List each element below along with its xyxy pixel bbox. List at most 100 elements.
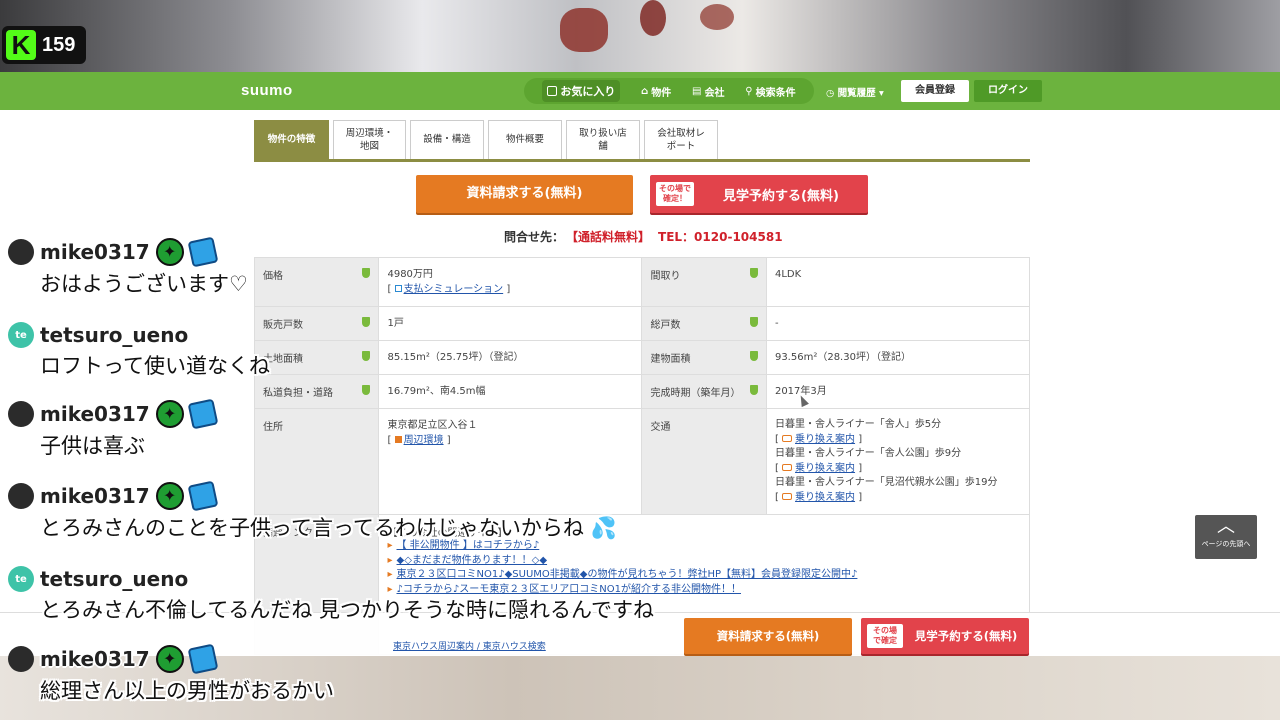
private-road-label: 私道負担・道路 [263,388,333,399]
subscriber-star-icon: ✦ [155,400,184,428]
page-top-button[interactable]: ︿ ページの先頭へ [1195,515,1257,559]
beginner-mark-icon[interactable] [749,385,758,395]
chat-text-body: とろみさんのことを子供って言ってるわけじゃないからね [40,516,584,540]
cube-badge-icon [187,480,219,512]
tab-label: 取り扱い店舗 [579,127,627,152]
phone-number[interactable]: TEL：0120-104581 [658,230,783,244]
land-area-label-cell: 土地面積 [253,340,380,375]
register-button[interactable]: 会員登録 [901,80,969,102]
chat-username[interactable]: mike0317 [40,402,150,426]
related-more-link[interactable]: 東京ハウス周辺案内 / 東京ハウス検索 [393,639,546,652]
tab-equipment[interactable]: 設備・構造 [410,120,484,159]
chat-header: mike0317 ✦ [8,398,219,430]
price-cell: 4980万円 [ 支払シミュレーション ] [378,257,643,307]
calculator-icon [394,285,402,292]
search-icon: ⚲ [745,85,753,97]
chat-message: mike0317 ✦ とろみさんのことを子供って言ってるわけじゃないからね 💦 [8,480,617,542]
beginner-mark-icon[interactable] [749,351,758,361]
checkbox-icon [547,86,558,96]
beginner-mark-icon[interactable] [749,268,758,278]
land-area-cell: 85.15m²（25.75坪）（登記） [378,340,643,375]
sticky-visit-reserve-button[interactable]: その場で確定 見学予約する(無料) [861,618,1029,654]
beginner-mark-icon[interactable] [362,351,371,361]
property-tabs: 物件の特徴 周辺環境・地図 設備・構造 物件概要 取り扱い店舗 会社取材レポート [254,120,1030,162]
beginner-mark-icon[interactable] [749,317,758,327]
nav-property[interactable]: ⌂ 物件 [641,84,671,99]
background-detail [700,4,734,30]
chevron-down-icon: ▾ [878,88,884,99]
chat-username[interactable]: tetsuro_ueno [40,567,188,591]
units-cell: 1戸 [378,306,643,341]
stream-background-top [0,0,1280,72]
user-avatar [8,483,34,509]
user-avatar [8,401,34,427]
nav-history[interactable]: ◷ 閲覧履歴 ▾ [826,85,884,99]
chat-text: おはようございます♡ [40,272,248,296]
transfer-row: [ 乗り換え案内 ] [774,491,863,503]
chat-message: mike0317 ✦ 子供は喜ぶ [8,398,219,460]
completion-label-cell: 完成時期（築年月） [641,374,767,409]
chat-header: mike0317 ✦ [8,236,248,268]
tab-overview[interactable]: 物件概要 [488,120,562,159]
nav-favorites[interactable]: お気に入り [542,80,621,102]
table-row: 販売戸数 1戸 総戸数 - [253,306,1031,341]
user-avatar: te [8,566,34,592]
chat-header: te tetsuro_ueno [8,322,270,348]
instant-confirm-tag: その場で確定！ [656,182,694,206]
clock-icon: ◷ [826,88,835,99]
sticky-request-docs-button[interactable]: 資料請求する(無料) [684,618,852,654]
chat-text: 子供は喜ぶ [40,434,145,458]
address-value: 東京都足立区入谷１ [387,420,478,431]
nav-search-conditions[interactable]: ⚲ 検索条件 [745,84,795,99]
total-units-label: 総戸数 [650,320,681,331]
map-icon [394,436,402,443]
chat-text: ロフトって使い道なくね [40,354,270,378]
user-avatar [8,239,34,265]
transport-line: 日暮里・舎人ライナー「舎人公園」歩9分 [774,448,962,459]
beginner-mark-icon[interactable] [362,317,371,327]
subscriber-star-icon: ✦ [155,645,184,673]
payment-sim-row: [ 支払シミュレーション ] [387,284,511,295]
tab-features[interactable]: 物件の特徴 [254,120,329,159]
visit-reserve-button[interactable]: その場で確定！ 見学予約する(無料) [650,175,868,213]
background-detail [560,8,608,52]
surroundings-link[interactable]: 周辺環境 [404,435,444,446]
table-row: 土地面積 85.15m²（25.75坪）（登記） 建物面積 93.56m²（28… [253,340,1031,375]
chat-header: mike0317 ✦ [8,643,334,675]
tab-label: 会社取材レポート [657,127,705,152]
chat-username[interactable]: mike0317 [40,647,150,671]
surroundings-row: [ 周辺環境 ] [387,435,451,446]
background-detail [640,0,666,36]
completion-label: 完成時期（築年月） [650,388,741,399]
house-icon: ⌂ [641,85,649,97]
nav-property-label: 物件 [651,87,672,99]
chat-username[interactable]: mike0317 [40,484,150,508]
login-button[interactable]: ログイン [974,80,1042,102]
transfer-link[interactable]: 乗り換え案内 [795,434,855,445]
chat-text: とろみさんのことを子供って言ってるわけじゃないからね 💦 [40,512,617,542]
suumo-logo[interactable]: suumo [241,82,293,99]
beginner-mark-icon[interactable] [362,268,371,278]
transfer-link[interactable]: 乗り換え案内 [795,463,855,474]
chat-username[interactable]: tetsuro_ueno [40,323,188,347]
transport-line: 日暮里・舎人ライナー「見沼代親水公園」歩19分 [774,477,998,488]
nav-company[interactable]: ▤ 会社 [692,84,724,99]
payment-simulation-link[interactable]: 支払シミュレーション [404,284,504,295]
beginner-mark-icon[interactable] [362,385,371,395]
total-units-label-cell: 総戸数 [641,306,767,341]
transfer-link[interactable]: 乗り換え案内 [795,492,855,503]
nav-menu: お気に入り ⌂ 物件 ▤ 会社 ⚲ 検索条件 [524,78,814,104]
nav-company-label: 会社 [704,87,725,99]
tab-surroundings[interactable]: 周辺環境・地図 [333,120,406,159]
transport-cell: 日暮里・舎人ライナー「舎人」歩5分 [ 乗り換え案内 ] 日暮里・舎人ライナー「… [765,408,1031,515]
transfer-row: [ 乗り換え案内 ] [774,433,863,445]
chat-username[interactable]: mike0317 [40,240,150,264]
chat-message: mike0317 ✦ おはようございます♡ [8,236,248,298]
kick-logo-icon: K [6,30,36,60]
tab-store[interactable]: 取り扱い店舗 [566,120,640,159]
request-docs-button[interactable]: 資料請求する(無料) [416,175,633,213]
tab-report[interactable]: 会社取材レポート [644,120,718,159]
chat-message: mike0317 ✦ 総理さん以上の男性がおるかい [8,643,334,705]
visit-reserve-label: 見学予約する(無料) [723,188,839,204]
viewer-count-badge: K 159 [2,26,86,64]
